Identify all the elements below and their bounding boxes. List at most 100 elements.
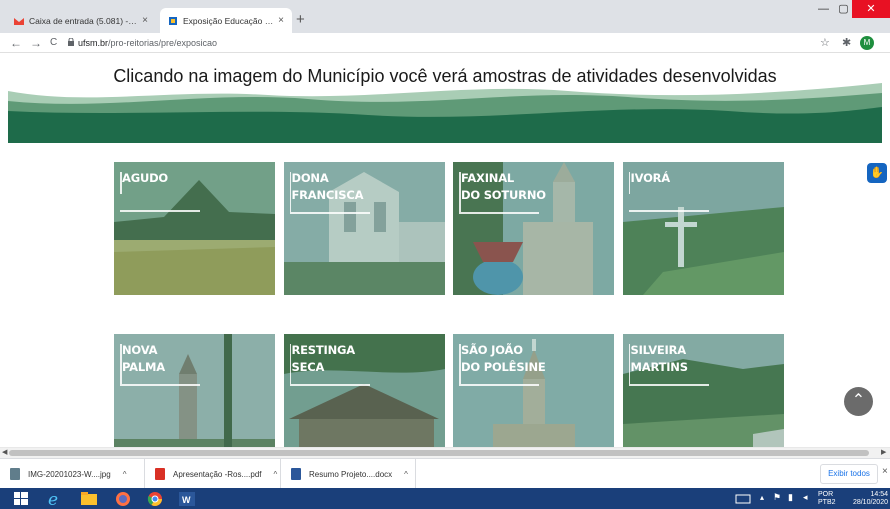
clock-date: 28/10/2020	[852, 499, 888, 506]
close-downloads-icon[interactable]: ×	[882, 466, 888, 477]
scrollbar-thumb[interactable]	[9, 450, 869, 456]
chevron-up-icon[interactable]: ^	[123, 470, 127, 479]
tab-gmail[interactable]: Caixa de entrada (5.081) - mmpe ×	[6, 8, 156, 33]
wave-banner	[8, 83, 882, 143]
municipality-tile[interactable]: FAXINAL DO SOTURNO	[453, 162, 614, 295]
volume-icon[interactable]: ◂	[803, 493, 808, 502]
municipality-tile[interactable]: IVORÁ	[622, 162, 784, 295]
clock-time: 14:54	[870, 491, 888, 498]
municipality-name-line1: NOVA	[122, 343, 158, 357]
label-accent-underline	[628, 210, 709, 212]
municipality-tile[interactable]: NOVA PALMA	[114, 334, 275, 447]
minimize-icon[interactable]: —	[814, 0, 833, 18]
tab-title: Exposição Educação Patrimonial	[183, 15, 275, 26]
municipality-name-line1: SILVEIRA	[630, 343, 687, 357]
language-code: POR	[818, 491, 834, 498]
municipality-name: IVORÁ	[631, 170, 671, 187]
downloads-bar: IMG-20201023-W....jpg ^ Apresentação -Ro…	[0, 458, 890, 489]
municipality-tile[interactable]: SILVEIRA MARTINS	[622, 334, 784, 447]
scroll-to-top-button[interactable]: ⌃	[844, 387, 873, 416]
close-window-icon[interactable]: ✕	[852, 0, 890, 18]
gmail-icon	[14, 17, 24, 25]
forward-icon[interactable]: →	[30, 35, 42, 51]
windows-taskbar: e W ▴ ⚑ ▮ ◂ POR PTB2 14:54 28/10/2020	[0, 488, 890, 509]
label-accent-underline	[289, 212, 370, 214]
municipality-name: SÃO JOÃO DO POLÊSINE	[461, 342, 546, 376]
municipality-name-line1: IVORÁ	[630, 171, 671, 185]
pdf-file-icon	[155, 468, 165, 480]
municipality-name: FAXINAL DO SOTURNO	[461, 170, 546, 204]
word-icon[interactable]: W	[176, 489, 198, 508]
municipality-name: AGUDO	[122, 170, 168, 187]
municipality-tile[interactable]: DONA FRANCISCA	[283, 162, 445, 295]
download-item[interactable]: Resumo Projeto....docx ^	[281, 459, 416, 489]
municipality-name-line2: DO SOTURNO	[461, 188, 546, 202]
maximize-icon[interactable]: ▢	[834, 0, 853, 18]
file-explorer-icon[interactable]	[78, 489, 100, 508]
scroll-right-icon[interactable]: ▶	[881, 448, 886, 458]
download-item[interactable]: IMG-20201023-W....jpg ^	[0, 459, 145, 489]
back-icon[interactable]: ←	[10, 35, 22, 51]
star-icon[interactable]: ☆	[820, 35, 830, 51]
browser-tab-bar: Caixa de entrada (5.081) - mmpe × Exposi…	[0, 0, 890, 33]
municipality-name-line2: FRANCISCA	[291, 188, 364, 202]
language-indicator[interactable]: POR PTB2	[818, 491, 836, 507]
chrome-icon[interactable]	[144, 489, 166, 508]
municipality-name-line1: RESTINGA	[291, 343, 356, 357]
word-file-icon	[291, 468, 301, 480]
chevron-up-icon[interactable]: ^	[274, 470, 278, 479]
flag-icon[interactable]: ⚑	[773, 493, 781, 502]
horizontal-scrollbar[interactable]: ◀ ▶	[0, 447, 890, 458]
scroll-left-icon[interactable]: ◀	[2, 448, 7, 458]
tab-exposicao[interactable]: Exposição Educação Patrimonial ×	[160, 8, 292, 33]
municipality-name-line1: DONA	[291, 171, 329, 185]
internet-explorer-icon[interactable]: e	[44, 489, 66, 508]
municipality-name: NOVA PALMA	[122, 342, 165, 376]
tab-close-icon[interactable]: ×	[142, 15, 148, 26]
image-file-icon	[10, 468, 20, 480]
new-tab-button[interactable]: +	[296, 11, 305, 28]
municipality-name: SILVEIRA MARTINS	[630, 342, 689, 376]
download-item[interactable]: Apresentação -Ros....pdf ^	[145, 459, 281, 489]
label-accent-underline	[459, 384, 539, 386]
network-icon[interactable]: ▮	[788, 493, 793, 502]
municipality-name-line1: AGUDO	[122, 171, 168, 185]
municipality-name-line1: FAXINAL	[461, 171, 515, 185]
tab-close-icon[interactable]: ×	[278, 15, 284, 26]
url-host: ufsm.br	[78, 38, 109, 48]
chevron-up-icon[interactable]: ^	[404, 470, 408, 479]
firefox-icon[interactable]	[112, 489, 134, 508]
lock-icon	[68, 38, 74, 46]
download-filename: Apresentação -Ros....pdf	[173, 469, 262, 479]
show-all-downloads-button[interactable]: Exibir todos	[820, 464, 878, 484]
municipality-name-line2: PALMA	[122, 360, 165, 374]
label-accent-underline	[459, 212, 539, 214]
svg-text:W: W	[182, 495, 191, 505]
profile-avatar[interactable]: M	[860, 36, 874, 50]
municipality-tile[interactable]: RESTINGA SECA	[283, 334, 445, 447]
accessibility-icon[interactable]: ✋	[867, 163, 887, 183]
municipality-name-line2: MARTINS	[630, 360, 689, 374]
keyboard-icon[interactable]	[735, 489, 751, 508]
extensions-icon[interactable]: ✱	[842, 35, 851, 51]
municipality-name-line2: DO POLÊSINE	[461, 360, 546, 374]
label-accent-underline	[628, 384, 709, 386]
municipality-name-line2: SECA	[291, 360, 325, 374]
tray-chevron-icon[interactable]: ▴	[760, 494, 764, 502]
address-toolbar: ← → C ufsm.br/pro-reitorias/pre/exposica…	[0, 33, 890, 53]
municipality-tile[interactable]: SÃO JOÃO DO POLÊSINE	[453, 334, 614, 447]
url-bar[interactable]: ufsm.br/pro-reitorias/pre/exposicao	[78, 37, 217, 49]
url-path: /pro-reitorias/pre/exposicao	[108, 38, 218, 48]
clock[interactable]: 14:54 28/10/2020	[848, 491, 888, 507]
ufsm-icon	[169, 16, 177, 25]
municipality-tile[interactable]: AGUDO	[114, 162, 275, 295]
svg-text:e: e	[48, 490, 58, 508]
download-filename: Resumo Projeto....docx	[309, 469, 393, 479]
municipality-name: DONA FRANCISCA	[292, 170, 364, 204]
municipality-name-line1: SÃO JOÃO	[461, 343, 523, 357]
windows-start-icon[interactable]	[12, 489, 30, 508]
reload-icon[interactable]: C	[50, 35, 57, 51]
tab-title: Caixa de entrada (5.081) - mmpe	[29, 15, 138, 26]
label-accent-underline	[120, 384, 200, 386]
label-accent-underline	[120, 210, 200, 212]
